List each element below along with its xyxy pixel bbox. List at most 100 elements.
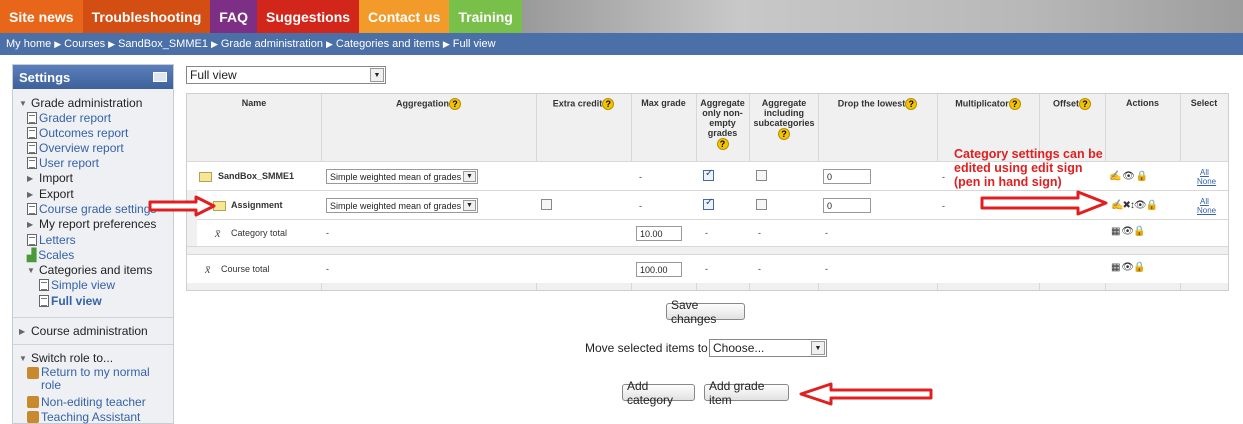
add-category-button[interactable]: Add category [622,379,695,407]
view-icon [39,295,49,307]
max-grade-input[interactable]: 100.00 [636,262,682,277]
sidebar-categories-items[interactable]: ▼ Categories and items [27,263,152,277]
calculator-icon[interactable]: ▦ [1111,226,1121,237]
hide-eye-icon[interactable]: 👁 [1134,200,1147,211]
help-icon[interactable]: ? [449,98,461,110]
hide-eye-icon[interactable]: 👁 [1121,262,1134,273]
breadcrumb-grade-admin[interactable]: Grade administration [221,38,323,50]
breadcrumb-separator-icon: ▶ [108,38,116,49]
add-grade-item-button[interactable]: Add grade item [704,379,789,407]
max-grade: - [639,201,642,211]
sidebar-export[interactable]: ▶ Export [27,187,74,201]
breadcrumb-course[interactable]: SandBox_SMME1 [118,38,208,50]
sidebar-letters[interactable]: Letters [27,233,76,247]
col-header-drop-lowest: Drop the lowest? [818,98,937,110]
role-icon [27,411,39,423]
nav-tab-training[interactable]: Training [449,0,522,33]
header-label: Offset [1052,98,1079,109]
sidebar-switch-role[interactable]: ▼ Switch role to... [19,351,113,365]
annotation-arrow-left-icon [799,382,933,406]
help-icon[interactable]: ? [1079,98,1091,110]
agg-subcats-checkbox[interactable] [756,170,767,181]
actions-group: ✍✖↕👁🔒 [1111,200,1158,211]
sidebar-item-label: User report [39,156,100,170]
col-header-offset: Offset? [1039,98,1105,110]
help-icon[interactable]: ? [778,128,790,140]
multiplicator-value: - [942,172,945,182]
sidebar-teaching-assistant[interactable]: Teaching Assistant [27,410,140,424]
sidebar-grade-admin[interactable]: ▼ Grade administration [19,96,142,110]
sidebar-return-role[interactable]: Return to my normal role [27,366,167,392]
sidebar-full-view[interactable]: Full view [39,294,102,308]
sidebar-course-grade-settings[interactable]: Course grade settings [27,202,156,216]
nav-tab-suggestions[interactable]: Suggestions [257,0,360,33]
agg-subcats-checkbox[interactable] [756,199,767,210]
drop-lowest-input[interactable]: 0 [823,198,871,213]
total-name: Course total [221,264,270,274]
sidebar-simple-view[interactable]: Simple view [39,278,115,292]
edit-icon[interactable]: ✍ [1109,171,1121,182]
col-header-max-grade: Max grade [641,98,686,108]
edit-icon[interactable]: ✍ [1111,200,1123,211]
help-icon[interactable]: ? [1008,98,1021,110]
extra-credit-checkbox[interactable] [541,199,552,210]
expanded-arrow-icon: ▼ [19,98,27,108]
select-all-link[interactable]: All [1200,197,1209,206]
sidebar-non-editing-teacher[interactable]: Non-editing teacher [27,395,146,409]
breadcrumb-categories-items[interactable]: Categories and items [336,38,440,50]
calculator-icon[interactable]: ▦ [1111,262,1121,273]
drop-lowest-value: - [825,228,828,238]
view-select[interactable]: Full view [186,66,386,84]
agg-nonempty-checkbox[interactable] [703,197,714,210]
move-target-select[interactable]: Choose... [709,339,827,357]
annotation-line: Category settings can be [954,147,1103,161]
sidebar-import[interactable]: ▶ Import [27,171,73,185]
select-all-link[interactable]: All [1200,168,1209,177]
sidebar-my-report-prefs[interactable]: ▶ My report preferences [27,217,156,231]
move-items-label: Move selected items to [585,341,708,355]
annotation-text: Category settings can be edited using ed… [954,147,1103,189]
hide-eye-icon[interactable]: 👁 [1121,226,1134,237]
hide-eye-icon[interactable]: 👁 [1122,171,1135,182]
nav-tab-site-news[interactable]: Site news [0,0,83,33]
sidebar-course-admin[interactable]: ▶ Course administration [19,324,148,338]
help-icon[interactable]: ? [716,138,729,150]
dropdown-arrow-icon[interactable] [463,171,476,182]
sidebar-scales[interactable]: ▟ Scales [27,248,74,262]
aggregation-select[interactable]: Simple weighted mean of grades [326,198,478,213]
sidebar-item-label: Teaching Assistant [41,410,141,424]
nav-tab-contact-us[interactable]: Contact us [359,0,450,33]
breadcrumb-separator-icon: ▶ [210,38,218,49]
aggregation-select[interactable]: Simple weighted mean of grades [326,169,478,184]
sidebar-overview-report[interactable]: Overview report [27,141,124,155]
save-changes-button[interactable]: Save changes [666,298,745,326]
dock-icon[interactable] [153,72,167,82]
agg-nonempty-checkbox[interactable] [703,168,714,181]
breadcrumb-courses[interactable]: Courses [64,38,105,50]
agg-nonempty-value: - [705,264,708,274]
role-icon [27,396,39,408]
sidebar-grader-report[interactable]: Grader report [27,111,111,125]
max-grade-input[interactable]: 10.00 [636,226,682,241]
annotation-arrow-right-icon [148,195,216,217]
dropdown-arrow-icon[interactable] [463,200,476,211]
lock-icon[interactable]: 🔒 [1133,262,1145,273]
breadcrumb-my-home[interactable]: My home [6,38,51,50]
nav-tab-faq[interactable]: FAQ [210,0,258,33]
sidebar-outcomes-report[interactable]: Outcomes report [27,126,128,140]
drop-lowest-input[interactable]: 0 [823,169,871,184]
sidebar-user-report[interactable]: User report [27,156,99,170]
help-icon[interactable]: ? [905,98,918,110]
dropdown-arrow-icon[interactable] [370,68,384,82]
lock-icon[interactable]: 🔒 [1136,171,1148,182]
help-icon[interactable]: ? [602,98,615,110]
delete-x-icon[interactable]: ✖ [1122,200,1130,211]
select-none-link[interactable]: None [1197,177,1216,186]
aggregation-value: Simple weighted mean of grades [330,171,462,182]
select-none-link[interactable]: None [1197,206,1216,215]
nav-tab-troubleshooting[interactable]: Troubleshooting [82,0,211,33]
dropdown-arrow-icon[interactable] [811,341,825,355]
sidebar-item-label: Export [39,187,74,201]
lock-icon[interactable]: 🔒 [1133,226,1145,237]
lock-icon[interactable]: 🔒 [1146,200,1158,211]
